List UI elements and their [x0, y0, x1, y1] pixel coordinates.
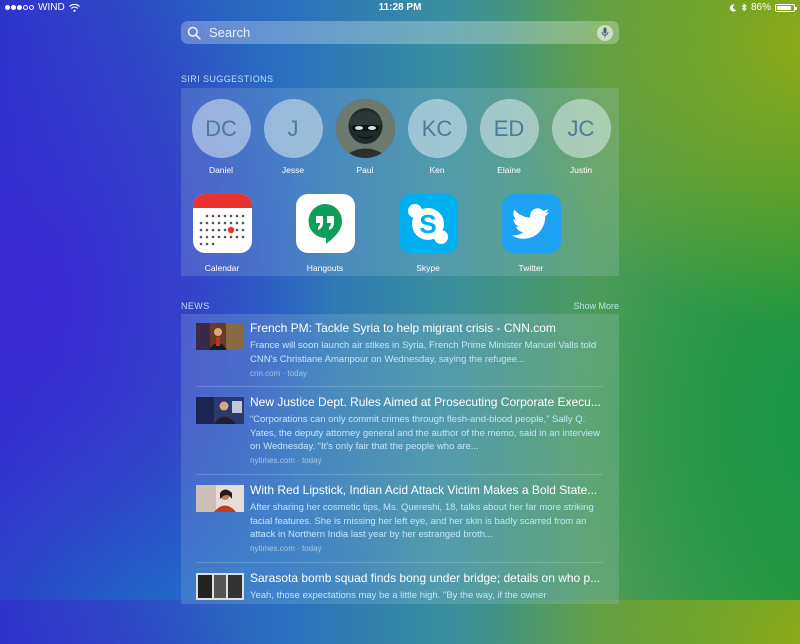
news-thumbnail	[196, 573, 244, 600]
news-item[interactable]: New Justice Dept. Rules Aimed at Prosecu…	[181, 388, 619, 475]
contact-name: Justin	[569, 165, 593, 175]
app-suggestions: Calendar Hangouts S Skype Twitter	[192, 194, 604, 273]
status-bar: WIND 11:28 PM 86%	[0, 0, 800, 16]
skype-icon: S	[398, 194, 458, 253]
avatar: ED	[479, 99, 539, 158]
hangouts-bubble-icon	[308, 203, 342, 244]
news-photo-icon	[196, 485, 244, 512]
show-more-link[interactable]: Show More	[573, 301, 619, 311]
contact-ken[interactable]: KC Ken	[407, 99, 467, 175]
app-hangouts[interactable]: Hangouts	[295, 194, 355, 273]
news-source: nytimes.com · today	[250, 456, 322, 465]
status-right: 86%	[729, 2, 797, 13]
microphone-icon	[601, 27, 609, 38]
battery-fill	[777, 5, 791, 10]
contact-name: Ken	[429, 165, 445, 175]
twitter-bird-icon	[512, 207, 550, 239]
app-name: Calendar	[204, 263, 240, 273]
twitter-icon	[501, 194, 561, 253]
news-photo-icon	[196, 397, 244, 424]
contact-paul[interactable]: Paul	[335, 99, 395, 175]
news-panel: French PM: Tackle Syria to help migrant …	[181, 314, 619, 604]
news-photo-icon	[196, 573, 244, 600]
news-item[interactable]: Sarasota bomb squad finds bong under bri…	[181, 564, 619, 644]
hooded-figure-avatar-icon	[335, 99, 395, 158]
app-twitter[interactable]: Twitter	[501, 194, 561, 273]
search-icon	[187, 26, 201, 40]
news-thumbnail	[196, 397, 244, 424]
divider	[196, 386, 603, 387]
news-source: nytimes.com · today	[250, 544, 322, 553]
contact-justin[interactable]: JC Justin	[551, 99, 611, 175]
search-bar[interactable]	[181, 21, 619, 44]
avatar: J	[263, 99, 323, 158]
avatar: JC	[551, 99, 611, 158]
news-headline: Sarasota bomb squad finds bong under bri…	[250, 571, 601, 585]
calendar-grid-icon	[192, 194, 252, 246]
news-item[interactable]: French PM: Tackle Syria to help migrant …	[181, 314, 619, 394]
news-item[interactable]: With Red Lipstick, Indian Acid Attack Vi…	[181, 476, 619, 563]
app-name: Skype	[416, 263, 440, 273]
app-calendar[interactable]: Calendar	[192, 194, 252, 273]
app-name: Twitter	[518, 263, 544, 273]
contact-elaine[interactable]: ED Elaine	[479, 99, 539, 175]
bluetooth-icon	[741, 3, 747, 12]
app-skype[interactable]: S Skype	[398, 194, 458, 273]
news-title: NEWS	[181, 301, 210, 311]
avatar: KC	[407, 99, 467, 158]
news-snippet: France will soon launch air stikes in Sy…	[250, 340, 597, 365]
news-headline: New Justice Dept. Rules Aimed at Prosecu…	[250, 395, 601, 409]
contact-daniel[interactable]: DC Daniel	[191, 99, 251, 175]
microphone-button[interactable]	[597, 24, 613, 41]
contact-name: Jesse	[281, 165, 305, 175]
contact-suggestions: DC Daniel J Jesse Paul KC Ken ED Elaine …	[191, 99, 611, 175]
divider	[196, 474, 603, 475]
clock: 11:28 PM	[378, 2, 422, 13]
svg-text:S: S	[419, 209, 436, 239]
news-thumbnail	[196, 323, 244, 350]
skype-logo-icon: S	[408, 203, 448, 244]
contact-name: Paul	[356, 165, 374, 175]
search-input[interactable]	[207, 24, 597, 41]
news-photo-icon	[196, 323, 244, 350]
news-source: cnn.com · today	[250, 369, 307, 378]
news-snippet: After sharing her cosmetic tips, Ms. Que…	[250, 502, 594, 540]
siri-suggestions-panel: DC Daniel J Jesse Paul KC Ken ED Elaine …	[181, 88, 619, 276]
moon-icon	[729, 3, 737, 12]
news-headline: French PM: Tackle Syria to help migrant …	[250, 321, 556, 335]
divider	[196, 562, 603, 563]
contact-name: Elaine	[497, 165, 521, 175]
battery-percent: 86%	[750, 2, 771, 13]
news-thumbnail	[196, 485, 244, 512]
app-name: Hangouts	[306, 263, 344, 273]
avatar: DC	[191, 99, 251, 158]
siri-suggestions-title: SIRI SUGGESTIONS	[181, 74, 274, 84]
news-headline: With Red Lipstick, Indian Acid Attack Vi…	[250, 483, 598, 497]
contact-jesse[interactable]: J Jesse	[263, 99, 323, 175]
contact-name: Daniel	[208, 165, 234, 175]
news-snippet: “Corporations can only commit crimes thr…	[250, 414, 600, 452]
hangouts-icon	[295, 194, 355, 253]
calendar-icon	[192, 194, 252, 253]
battery-icon	[775, 3, 797, 12]
avatar-photo	[335, 99, 395, 158]
news-snippet: Yeah, those expectations may be a little…	[250, 590, 547, 601]
